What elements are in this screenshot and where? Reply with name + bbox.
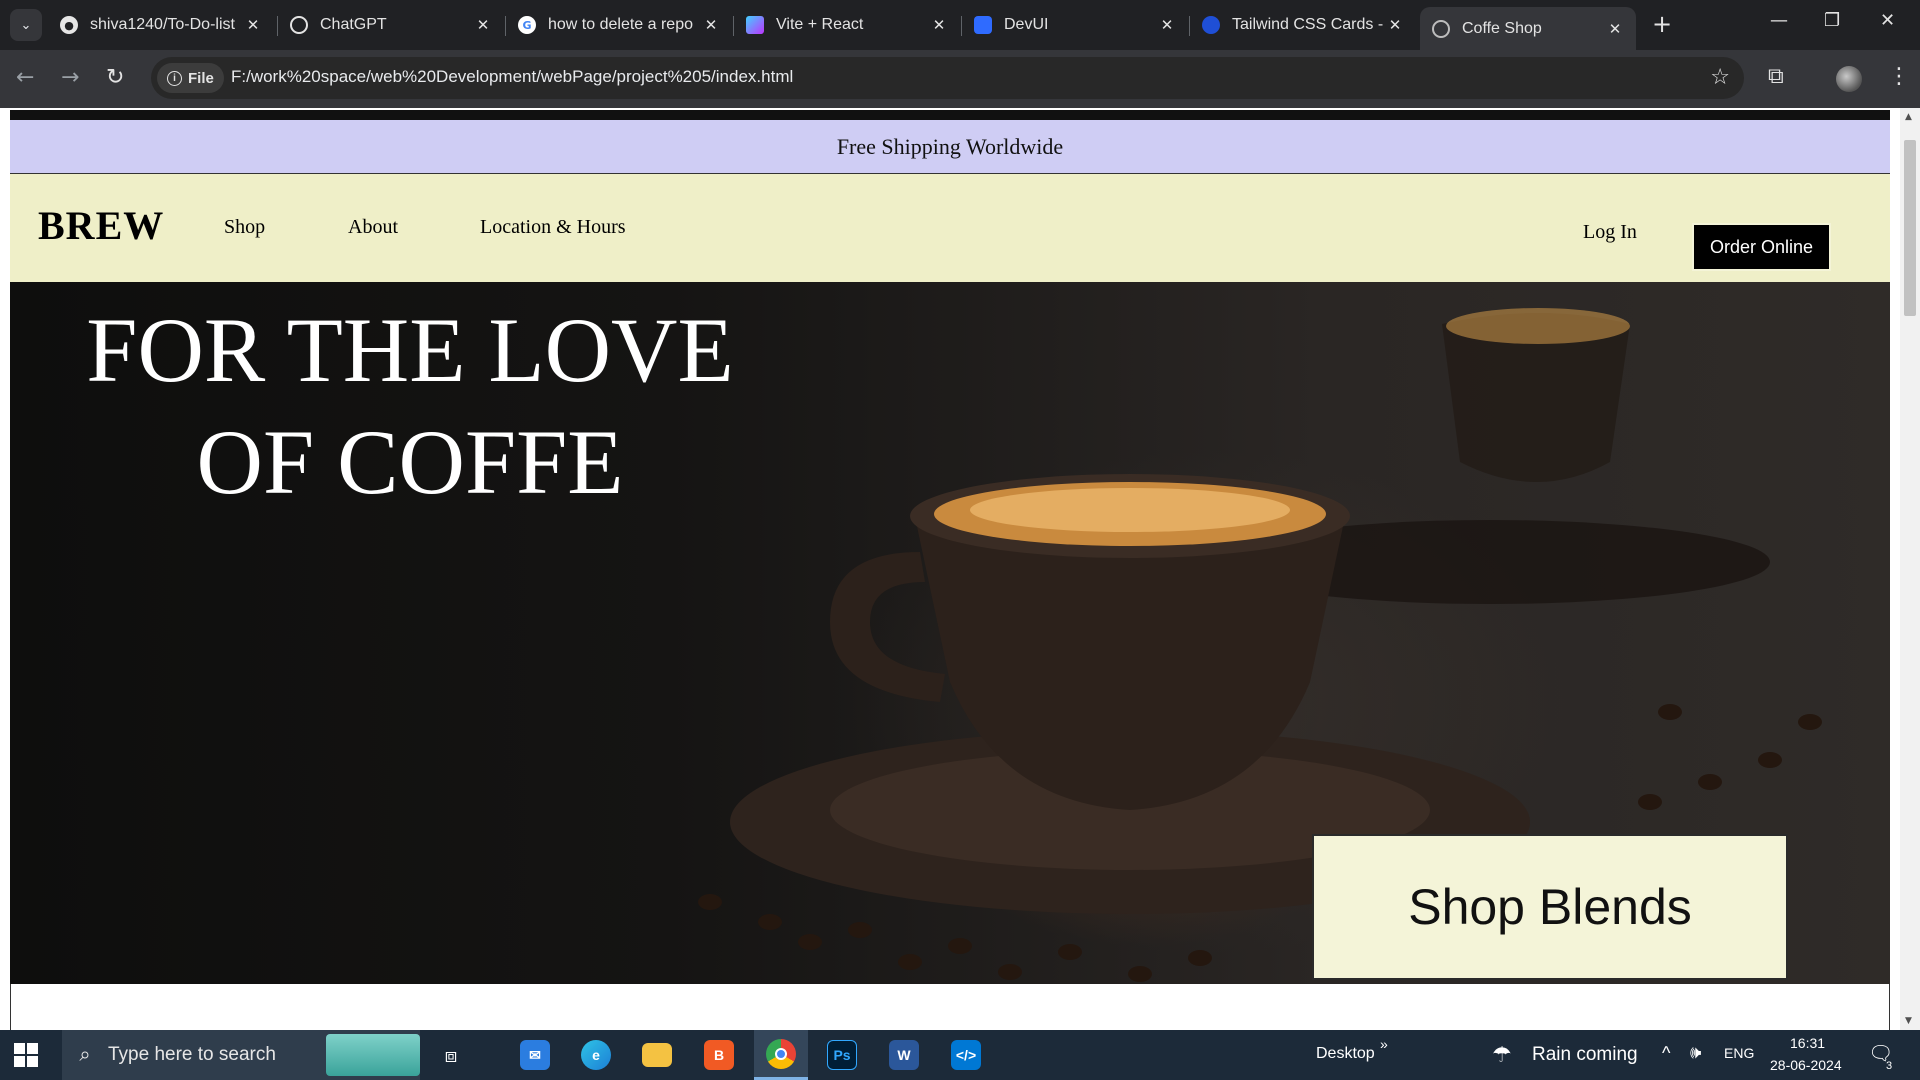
edge-icon[interactable]: e — [569, 1030, 623, 1080]
tailwind-icon — [1202, 16, 1220, 34]
tab-close-icon[interactable]: ✕ — [702, 16, 720, 34]
tab-title: Coffe Shop — [1462, 19, 1542, 37]
hero-heading-line: OF COFFE — [196, 411, 624, 513]
tab-title: Vite + React — [776, 16, 864, 33]
hero-section: FOR THE LOVE OF COFFE Shop Blends — [10, 282, 1890, 984]
tab-devui[interactable]: DevUI ✕ — [962, 7, 1188, 43]
profile-avatar[interactable] — [1836, 66, 1862, 92]
search-icon: ⌕ — [79, 1043, 91, 1066]
info-icon: i — [167, 70, 182, 86]
tab-chatgpt[interactable]: ChatGPT ✕ — [278, 7, 504, 43]
tab-vite[interactable]: Vite + React ✕ — [734, 7, 960, 43]
vscode-icon[interactable]: </> — [939, 1030, 993, 1080]
nav-link-location-hours[interactable]: Location & Hours — [480, 216, 626, 239]
scrollbar-thumb[interactable] — [1904, 140, 1916, 316]
order-online-button[interactable]: Order Online — [1692, 223, 1831, 271]
chevron-up-icon[interactable]: ^ — [1662, 1043, 1670, 1064]
task-view-icon[interactable]: ⧈ — [424, 1030, 478, 1080]
tab-tailwind[interactable]: Tailwind CSS Cards - ✕ — [1190, 7, 1416, 43]
chrome-icon[interactable] — [754, 1030, 808, 1080]
address-bar[interactable]: i File F:/work%20space/web%20Development… — [151, 57, 1744, 99]
extensions-icon[interactable]: ⧉ — [1768, 64, 1784, 89]
globe-icon — [1432, 19, 1450, 38]
scroll-down-icon[interactable]: ▼ — [1905, 1016, 1912, 1026]
browser-tab-strip: ⌄ ● shiva1240/To-Do-list ✕ ChatGPT ✕ G h… — [0, 0, 1920, 50]
chip-label: File — [188, 69, 214, 87]
clock-date[interactable]: 28-06-2024 — [1770, 1057, 1842, 1073]
chevron-down-icon: ⌄ — [20, 17, 32, 33]
google-icon: G — [518, 16, 536, 34]
back-icon[interactable]: ← — [16, 65, 34, 90]
shop-blends-button[interactable]: Shop Blends — [1312, 834, 1788, 980]
file-explorer-icon[interactable] — [630, 1030, 684, 1080]
vite-icon — [746, 16, 764, 34]
devui-icon — [974, 16, 992, 34]
site-info-chip[interactable]: i File — [157, 63, 224, 93]
weather-text[interactable]: Rain coming — [1532, 1044, 1638, 1066]
login-link[interactable]: Log In — [1583, 221, 1637, 244]
tab-google[interactable]: G how to delete a repo ✕ — [506, 7, 732, 43]
speaker-icon[interactable]: 🕪 — [1690, 1042, 1701, 1063]
tab-title: shiva1240/To-Do-list — [90, 16, 235, 33]
language-indicator[interactable]: ENG — [1724, 1045, 1754, 1061]
photoshop-icon[interactable]: Ps — [815, 1030, 869, 1080]
browser-toolbar: ← → ↻ i File F:/work%20space/web%20Devel… — [0, 50, 1920, 108]
page-scrollbar[interactable]: ▲ ▼ — [1900, 108, 1920, 1030]
search-highlight-image[interactable] — [326, 1034, 420, 1076]
next-section — [10, 984, 1890, 1030]
new-tab-icon[interactable]: + — [1652, 10, 1672, 38]
page-top-strip — [10, 110, 1890, 120]
tab-close-icon[interactable]: ✕ — [1158, 16, 1176, 34]
menu-kebab-icon[interactable]: ⋮ — [1888, 64, 1910, 89]
brave-icon[interactable]: B — [692, 1030, 746, 1080]
minimize-icon[interactable]: — — [1770, 10, 1788, 31]
restore-icon[interactable]: ❐ — [1824, 10, 1840, 31]
windows-start-icon[interactable] — [14, 1043, 38, 1067]
word-icon[interactable]: W — [877, 1030, 931, 1080]
reload-icon[interactable]: ↻ — [106, 65, 124, 90]
page-viewport: Free Shipping Worldwide BREW Shop About … — [0, 108, 1920, 1030]
desktop-toolbar-label[interactable]: Desktop — [1316, 1045, 1375, 1063]
banner-text: Free Shipping Worldwide — [836, 133, 1064, 159]
mail-icon[interactable]: ✉ — [508, 1030, 562, 1080]
windows-taskbar: ⌕ Type here to search ⧈ ✉ e B Ps W </> D… — [0, 1030, 1920, 1080]
clock-time[interactable]: 16:31 — [1790, 1035, 1825, 1051]
tab-title: ChatGPT — [320, 16, 387, 33]
tab-close-icon[interactable]: ✕ — [930, 16, 948, 34]
tab-close-icon[interactable]: ✕ — [1606, 20, 1624, 38]
url-text[interactable]: F:/work%20space/web%20Development/webPag… — [231, 67, 793, 87]
site-navbar: BREW Shop About Location & Hours Log In … — [10, 174, 1890, 282]
search-placeholder: Type here to search — [108, 1044, 276, 1065]
chevron-right-icon[interactable]: » — [1380, 1036, 1388, 1052]
tab-search-button[interactable]: ⌄ — [10, 9, 42, 41]
bookmark-star-icon[interactable]: ☆ — [1710, 65, 1730, 90]
tab-title: DevUI — [1004, 16, 1049, 33]
tab-close-icon[interactable]: ✕ — [474, 16, 492, 34]
nav-link-about[interactable]: About — [348, 216, 398, 239]
tab-title: Tailwind CSS Cards - — [1232, 16, 1384, 33]
umbrella-rain-icon: ☂ — [1492, 1042, 1512, 1067]
hero-heading-line: FOR THE LOVE — [86, 299, 734, 401]
notification-count-badge: 3 — [1886, 1060, 1893, 1072]
scroll-up-icon[interactable]: ▲ — [1905, 112, 1912, 122]
tab-close-icon[interactable]: ✕ — [244, 16, 262, 34]
hero-heading: FOR THE LOVE OF COFFE — [10, 294, 810, 518]
brand-logo[interactable]: BREW — [38, 202, 164, 249]
tab-title: how to delete a repo — [548, 16, 693, 33]
chatgpt-icon — [290, 16, 308, 34]
tab-github[interactable]: ● shiva1240/To-Do-list ✕ — [48, 7, 274, 43]
close-window-icon[interactable]: ✕ — [1880, 10, 1895, 31]
forward-icon[interactable]: → — [61, 65, 79, 90]
tab-close-icon[interactable]: ✕ — [1386, 16, 1404, 34]
nav-link-shop[interactable]: Shop — [224, 216, 265, 239]
shipping-banner: Free Shipping Worldwide — [10, 120, 1890, 174]
github-icon: ● — [60, 16, 78, 34]
tab-coffe-shop[interactable]: Coffe Shop ✕ — [1420, 7, 1636, 50]
